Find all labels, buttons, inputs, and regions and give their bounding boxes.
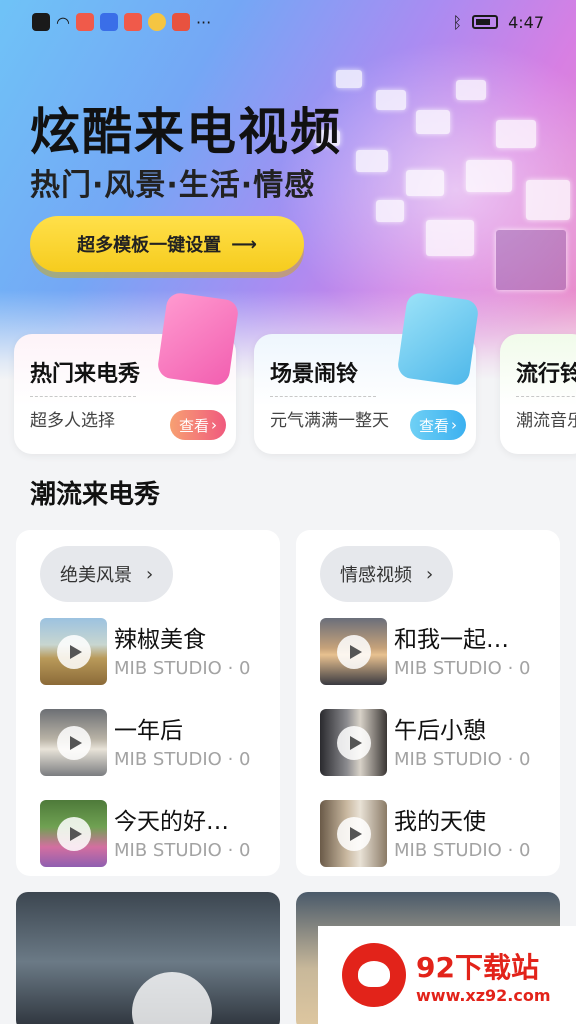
play-icon (337, 726, 371, 760)
chevron-right-icon: › (146, 563, 154, 585)
video-thumbnail (40, 618, 107, 685)
list-item[interactable]: 我的天使 MIB STUDIO · 0 (320, 800, 552, 870)
category-card-hot-ringtone-show[interactable]: 热门来电秀 超多人选择 查看 › (14, 291, 240, 454)
view-button[interactable]: 查看 › (410, 410, 466, 440)
list-item[interactable]: 午后小憩 MIB STUDIO · 0 (320, 709, 552, 779)
category-title: 流行铃 (516, 362, 576, 387)
list-item[interactable]: 一年后 MIB STUDIO · 0 (40, 709, 272, 779)
list-item[interactable]: 和我一起… MIB STUDIO · 0 (320, 618, 552, 688)
chevron-right-icon: › (211, 416, 217, 434)
app-icon (123, 13, 142, 31)
category-title: 场景闹铃 (270, 362, 359, 387)
app-icon (99, 13, 118, 31)
chip-emotion[interactable]: 情感视频 › (320, 546, 454, 602)
chevron-right-icon: › (451, 416, 457, 434)
video-card[interactable] (16, 892, 280, 1024)
battery-icon (472, 15, 499, 29)
video-thumbnail (40, 800, 107, 867)
play-icon (57, 817, 91, 851)
more-dots-icon: ··· (195, 12, 212, 32)
video-thumbnail (40, 709, 107, 776)
chip-scenery[interactable]: 绝美风景 › (40, 546, 174, 602)
category-card-scene-alarm[interactable]: 场景闹铃 元气满满一整天 查看 › (254, 291, 480, 454)
arrow-right-icon: ⟶ (231, 233, 257, 255)
video-list-panel-emotion: 情感视频 › 和我一起… MIB STUDIO · 0 午后小憩 MIB STU… (296, 530, 560, 876)
setup-button-label: 超多模板一键设置 (77, 235, 222, 256)
hero-subtitle: 热门·风景·生活·情感 (30, 168, 316, 203)
chevron-right-icon: › (426, 563, 434, 585)
list-item[interactable]: 辣椒美食 MIB STUDIO · 0 (40, 618, 272, 688)
watermark-logo-icon (342, 943, 406, 1007)
view-button[interactable]: 查看 › (170, 410, 226, 440)
category-title: 热门来电秀 (30, 362, 141, 387)
watermark-url: www.xz92.com (416, 985, 551, 1005)
video-list-panel-scenery: 绝美风景 › 辣椒美食 MIB STUDIO · 0 一年后 MIB STUDI… (16, 530, 280, 876)
watermark-logo: 92下载站 www.xz92.com (318, 926, 576, 1024)
list-item[interactable]: 今天的好… MIB STUDIO · 0 (40, 800, 272, 870)
category-card-popular-ringtone[interactable]: 流行铃 潮流音乐 (500, 334, 576, 454)
wifi-icon: ◠ (56, 12, 70, 32)
notification-icon (32, 13, 50, 31)
clock: 4:47 (508, 12, 544, 32)
app-icon (171, 13, 190, 31)
weibo-icon (147, 13, 166, 31)
status-bar: ◠ ··· ᛒ 4:47 (0, 0, 576, 44)
video-thumbnail (320, 709, 387, 776)
category-desc: 潮流音乐 (516, 411, 576, 431)
play-icon (132, 972, 212, 1024)
play-icon (337, 817, 371, 851)
watermark-name: 92下载站 (416, 950, 539, 984)
video-thumbnail (320, 800, 387, 867)
video-thumbnail (320, 618, 387, 685)
phone-illustration-icon (156, 291, 240, 387)
one-click-setup-button[interactable]: 超多模板一键设置 ⟶ (30, 216, 304, 272)
category-desc: 超多人选择 (30, 411, 115, 431)
play-icon (57, 635, 91, 669)
gramophone-illustration-icon (396, 291, 480, 387)
bluetooth-icon: ᛒ (452, 12, 463, 32)
section-title: 潮流来电秀 (30, 480, 161, 510)
category-desc: 元气满满一整天 (270, 411, 389, 431)
play-icon (57, 726, 91, 760)
hero-title: 炫酷来电视频 (30, 103, 342, 161)
app-icon (75, 13, 94, 31)
play-icon (337, 635, 371, 669)
